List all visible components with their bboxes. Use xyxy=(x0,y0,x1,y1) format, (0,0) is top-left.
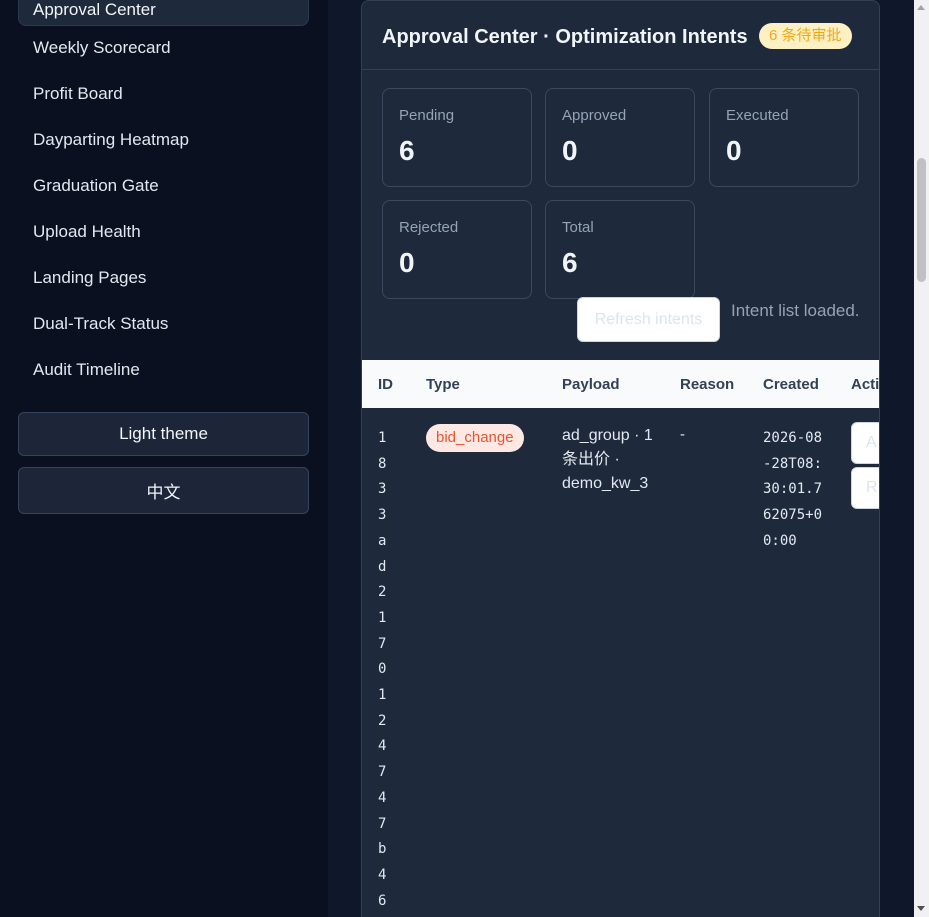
column-header-payload: Payload xyxy=(562,376,620,393)
sidebar-item-profit-board[interactable]: Profit Board xyxy=(33,84,123,104)
stat-card-total: Total 6 xyxy=(545,200,695,299)
sidebar-item-label: Approval Center xyxy=(33,0,156,19)
approve-button[interactable]: A xyxy=(851,422,879,464)
stat-label: Total xyxy=(562,219,594,236)
stat-value: 0 xyxy=(399,247,415,278)
sidebar-item-graduation-gate[interactable]: Graduation Gate xyxy=(33,176,159,196)
stat-label: Approved xyxy=(562,107,627,124)
stat-value: 0 xyxy=(726,135,742,166)
reject-button[interactable]: R xyxy=(851,467,879,509)
sidebar-item-dayparting-heatmap[interactable]: Dayparting Heatmap xyxy=(33,130,189,150)
language-toggle-button[interactable]: 中文 xyxy=(18,467,309,514)
intent-created: 2026-08-28T08:30:01.762075+00:00 xyxy=(763,430,823,549)
column-header-type: Type xyxy=(426,376,460,393)
scroll-down-arrow-icon[interactable] xyxy=(917,906,925,911)
stat-value: 6 xyxy=(562,247,578,278)
sidebar-item-approval-center[interactable]: Approval Center xyxy=(18,0,309,26)
intents-table-header: ID Type Payload Reason Created Acti xyxy=(362,360,880,408)
refresh-intents-button[interactable]: Refresh intents xyxy=(577,297,720,342)
stat-label: Pending xyxy=(399,107,455,124)
column-header-created: Created xyxy=(763,376,819,393)
sidebar-item-landing-pages[interactable]: Landing Pages xyxy=(33,268,146,288)
column-header-id: ID xyxy=(378,376,393,393)
scrollbar-thumb[interactable] xyxy=(917,158,926,282)
sidebar-item-upload-health[interactable]: Upload Health xyxy=(33,222,141,242)
sidebar: Approval Center Weekly Scorecard Profit … xyxy=(0,0,328,917)
stat-card-pending: Pending 6 xyxy=(382,88,532,187)
pending-count-badge: 6 条待审批 xyxy=(759,23,852,49)
status-message: Intent list loaded. xyxy=(731,301,860,320)
table-row: 1833ad217012474 7b46 bid_change ad_group… xyxy=(362,408,879,917)
stat-card-approved: Approved 0 xyxy=(545,88,695,187)
intent-type-badge: bid_change xyxy=(426,424,524,452)
stat-value: 6 xyxy=(399,135,415,166)
theme-toggle-button[interactable]: Light theme xyxy=(18,412,309,456)
intent-payload: ad_group · 1 条出价 · demo_kw_3 xyxy=(562,427,653,492)
intent-id: 1833ad217012474 7b46 xyxy=(378,430,387,909)
sidebar-item-audit-timeline[interactable]: Audit Timeline xyxy=(33,360,140,380)
stat-card-rejected: Rejected 0 xyxy=(382,200,532,299)
main-content: Approval Center · Optimization Intents 6… xyxy=(328,0,914,917)
stat-label: Rejected xyxy=(399,219,459,236)
stat-card-executed: Executed 0 xyxy=(709,88,859,187)
page-scrollbar[interactable] xyxy=(914,0,929,917)
stat-value: 0 xyxy=(562,135,578,166)
column-header-actions: Acti xyxy=(851,376,880,393)
column-header-reason: Reason xyxy=(680,376,735,393)
sidebar-item-weekly-scorecard[interactable]: Weekly Scorecard xyxy=(33,38,171,58)
scroll-up-arrow-icon[interactable] xyxy=(917,5,925,10)
stat-label: Executed xyxy=(726,107,789,124)
intent-reason: - xyxy=(680,426,685,443)
card-header: Approval Center · Optimization Intents 6… xyxy=(362,1,879,70)
approval-center-card: Approval Center · Optimization Intents 6… xyxy=(361,0,880,917)
sidebar-item-dual-track-status[interactable]: Dual-Track Status xyxy=(33,314,168,334)
page-title: Approval Center · Optimization Intents xyxy=(382,26,748,48)
